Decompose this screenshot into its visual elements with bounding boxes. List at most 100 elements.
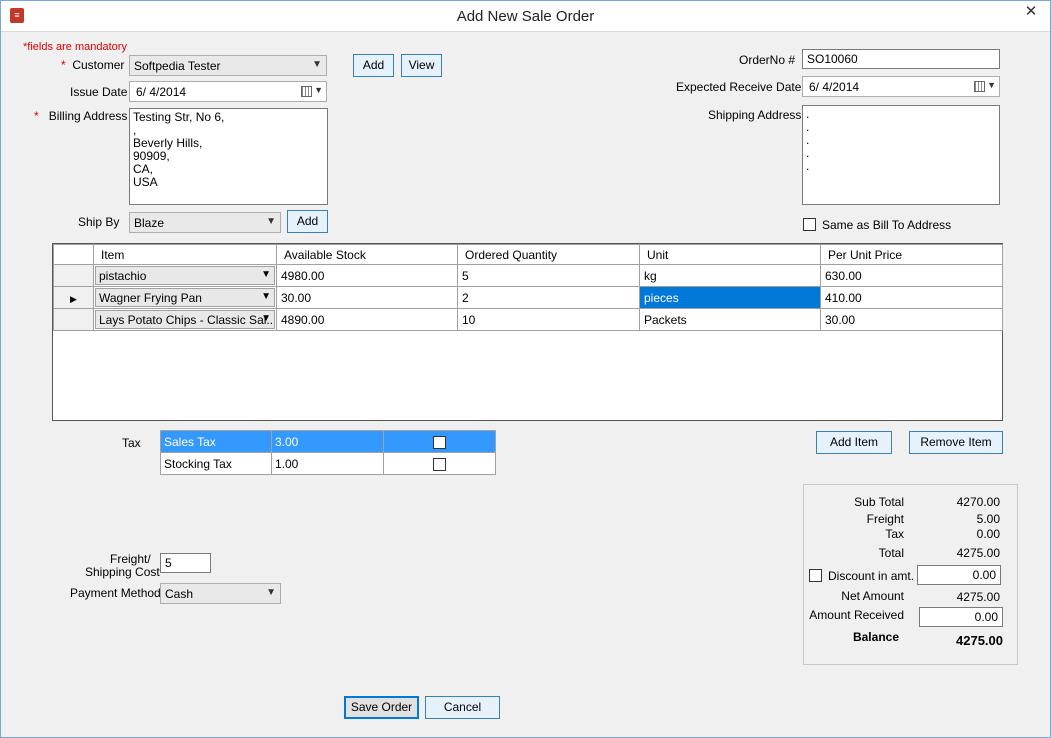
total-value: 4275.00 xyxy=(956,546,1000,560)
item-cell[interactable]: Wagner Frying Pan ▼ xyxy=(93,286,277,309)
subtotal-value: 4270.00 xyxy=(956,495,1000,509)
item-value: Wagner Frying Pan xyxy=(99,291,202,305)
expected-date-picker[interactable]: 6/ 4/2014 ▼ xyxy=(802,76,1000,97)
total-label: Total xyxy=(878,546,904,560)
customer-select[interactable]: Softpedia Tester ▼ xyxy=(129,55,327,76)
stock-cell[interactable]: 4890.00 xyxy=(276,308,458,331)
ship-by-label: Ship By xyxy=(78,215,120,229)
order-no-input[interactable]: SO10060 xyxy=(802,49,1000,69)
tax-apply-checkbox[interactable] xyxy=(433,435,446,449)
discount-input[interactable]: 0.00 xyxy=(917,565,1001,585)
item-select[interactable]: Wagner Frying Pan ▼ xyxy=(95,288,275,307)
quantity-cell[interactable]: 2 xyxy=(457,286,640,309)
billing-address-input[interactable]: Testing Str, No 6, , Beverly Hills, 9090… xyxy=(129,108,328,205)
column-header-quantity[interactable]: Ordered Quantity xyxy=(457,244,640,265)
net-amount-value: 4275.00 xyxy=(956,590,1000,604)
unit-cell[interactable]: Packets xyxy=(639,308,821,331)
chevron-down-icon: ▼ xyxy=(266,587,276,598)
customer-label: * Customer xyxy=(61,58,125,72)
amount-received-input[interactable]: 0.00 xyxy=(919,607,1003,627)
customer-value: Softpedia Tester xyxy=(134,59,221,73)
close-icon[interactable]: ✕ xyxy=(1018,2,1044,22)
chevron-down-icon: ▼ xyxy=(312,59,322,70)
ship-by-select[interactable]: Blaze ▼ xyxy=(129,212,281,233)
items-grid[interactable]: Item Available Stock Ordered Quantity Un… xyxy=(52,243,1003,421)
quantity-cell[interactable]: 5 xyxy=(457,264,640,287)
row-header[interactable] xyxy=(53,264,94,287)
tax-summary-value: 0.00 xyxy=(976,527,1000,541)
balance-label: Balance xyxy=(852,630,899,644)
discount-checkbox[interactable] xyxy=(809,569,822,582)
unit-cell[interactable]: kg xyxy=(639,264,821,287)
issue-date-label: Issue Date xyxy=(70,85,128,99)
stock-cell[interactable]: 4980.00 xyxy=(276,264,458,287)
column-header-unit[interactable]: Unit xyxy=(639,244,821,265)
mandatory-note: *fields are mandatory xyxy=(23,41,127,53)
tax-row[interactable]: Sales Tax 3.00 xyxy=(160,430,496,453)
tax-name-cell[interactable]: Stocking Tax xyxy=(160,452,272,475)
item-cell[interactable]: pistachio ▼ xyxy=(93,264,277,287)
same-as-bill-checkbox[interactable] xyxy=(803,218,816,231)
shipping-address-label: Shipping Address xyxy=(708,108,802,122)
row-header-corner xyxy=(53,244,94,265)
unit-cell[interactable]: pieces xyxy=(639,286,821,309)
item-select[interactable]: Lays Potato Chips - Classic Sal... ▼ xyxy=(95,310,275,329)
tax-rate-cell[interactable]: 1.00 xyxy=(271,452,384,475)
column-header-stock[interactable]: Available Stock xyxy=(276,244,458,265)
ship-by-value: Blaze xyxy=(134,216,165,230)
current-row-icon: ▶ xyxy=(70,293,77,304)
tax-grid[interactable]: Sales Tax 3.00 Stocking Tax 1.00 xyxy=(160,430,496,475)
quantity-cell[interactable]: 10 xyxy=(457,308,640,331)
chevron-down-icon[interactable]: ▼ xyxy=(987,80,996,90)
row-header[interactable] xyxy=(53,308,94,331)
row-header[interactable]: ▶ xyxy=(53,286,94,309)
item-select[interactable]: pistachio ▼ xyxy=(95,266,275,285)
payment-method-select[interactable]: Cash ▼ xyxy=(160,583,281,604)
table-row[interactable]: ▶ Wagner Frying Pan ▼ 30.00 2 pieces 410.… xyxy=(53,286,1003,309)
balance-value: 4275.00 xyxy=(956,633,1003,648)
tax-name-cell[interactable]: Sales Tax xyxy=(160,430,272,453)
chevron-down-icon: ▼ xyxy=(261,269,271,280)
net-amount-label: Net Amount xyxy=(841,589,904,603)
price-cell[interactable]: 630.00 xyxy=(820,264,1003,287)
add-customer-button[interactable]: Add xyxy=(353,54,394,77)
payment-method-label: Payment Method xyxy=(70,586,161,600)
tax-summary-label: Tax xyxy=(885,527,904,541)
calendar-icon[interactable] xyxy=(301,86,312,97)
tax-label: Tax xyxy=(122,436,141,450)
add-ship-method-button[interactable]: Add xyxy=(287,210,328,233)
chevron-down-icon: ▼ xyxy=(261,313,271,324)
freight-input[interactable]: 5 xyxy=(160,553,211,573)
view-customer-button[interactable]: View xyxy=(401,54,442,77)
item-cell[interactable]: Lays Potato Chips - Classic Sal... ▼ xyxy=(93,308,277,331)
price-cell[interactable]: 410.00 xyxy=(820,286,1003,309)
remove-item-button[interactable]: Remove Item xyxy=(909,431,1003,454)
title-bar: ≡ Add New Sale Order ✕ xyxy=(1,1,1050,32)
payment-method-value: Cash xyxy=(165,587,194,601)
shipping-address-input[interactable]: . . . . . xyxy=(802,105,1000,205)
table-row[interactable]: pistachio ▼ 4980.00 5 kg 630.00 xyxy=(53,264,1003,287)
subtotal-label: Sub Total xyxy=(854,495,904,509)
tax-apply-cell[interactable] xyxy=(383,430,496,453)
column-header-price[interactable]: Per Unit Price xyxy=(820,244,1003,265)
freight-label-line1: Freight/ xyxy=(110,552,151,566)
table-row[interactable]: Lays Potato Chips - Classic Sal... ▼ 4890… xyxy=(53,308,1003,331)
tax-apply-checkbox[interactable] xyxy=(433,457,446,471)
order-no-label: OrderNo # xyxy=(739,53,796,67)
chevron-down-icon: ▼ xyxy=(261,291,271,302)
add-item-button[interactable]: Add Item xyxy=(816,431,892,454)
calendar-icon[interactable] xyxy=(974,81,985,92)
tax-rate-cell[interactable]: 3.00 xyxy=(271,430,384,453)
issue-date-picker[interactable]: 6/ 4/2014 ▼ xyxy=(129,81,327,102)
tax-row[interactable]: Stocking Tax 1.00 xyxy=(160,452,496,475)
window-title: Add New Sale Order xyxy=(456,8,595,25)
save-order-button[interactable]: Save Order xyxy=(344,696,419,719)
cancel-button[interactable]: Cancel xyxy=(425,696,500,719)
stock-cell[interactable]: 30.00 xyxy=(276,286,458,309)
item-value: Lays Potato Chips - Classic Sal... xyxy=(99,313,275,327)
sale-order-window: ≡ Add New Sale Order ✕ *fields are manda… xyxy=(0,0,1051,738)
price-cell[interactable]: 30.00 xyxy=(820,308,1003,331)
column-header-item[interactable]: Item xyxy=(93,244,277,265)
tax-apply-cell[interactable] xyxy=(383,452,496,475)
chevron-down-icon[interactable]: ▼ xyxy=(314,85,323,95)
